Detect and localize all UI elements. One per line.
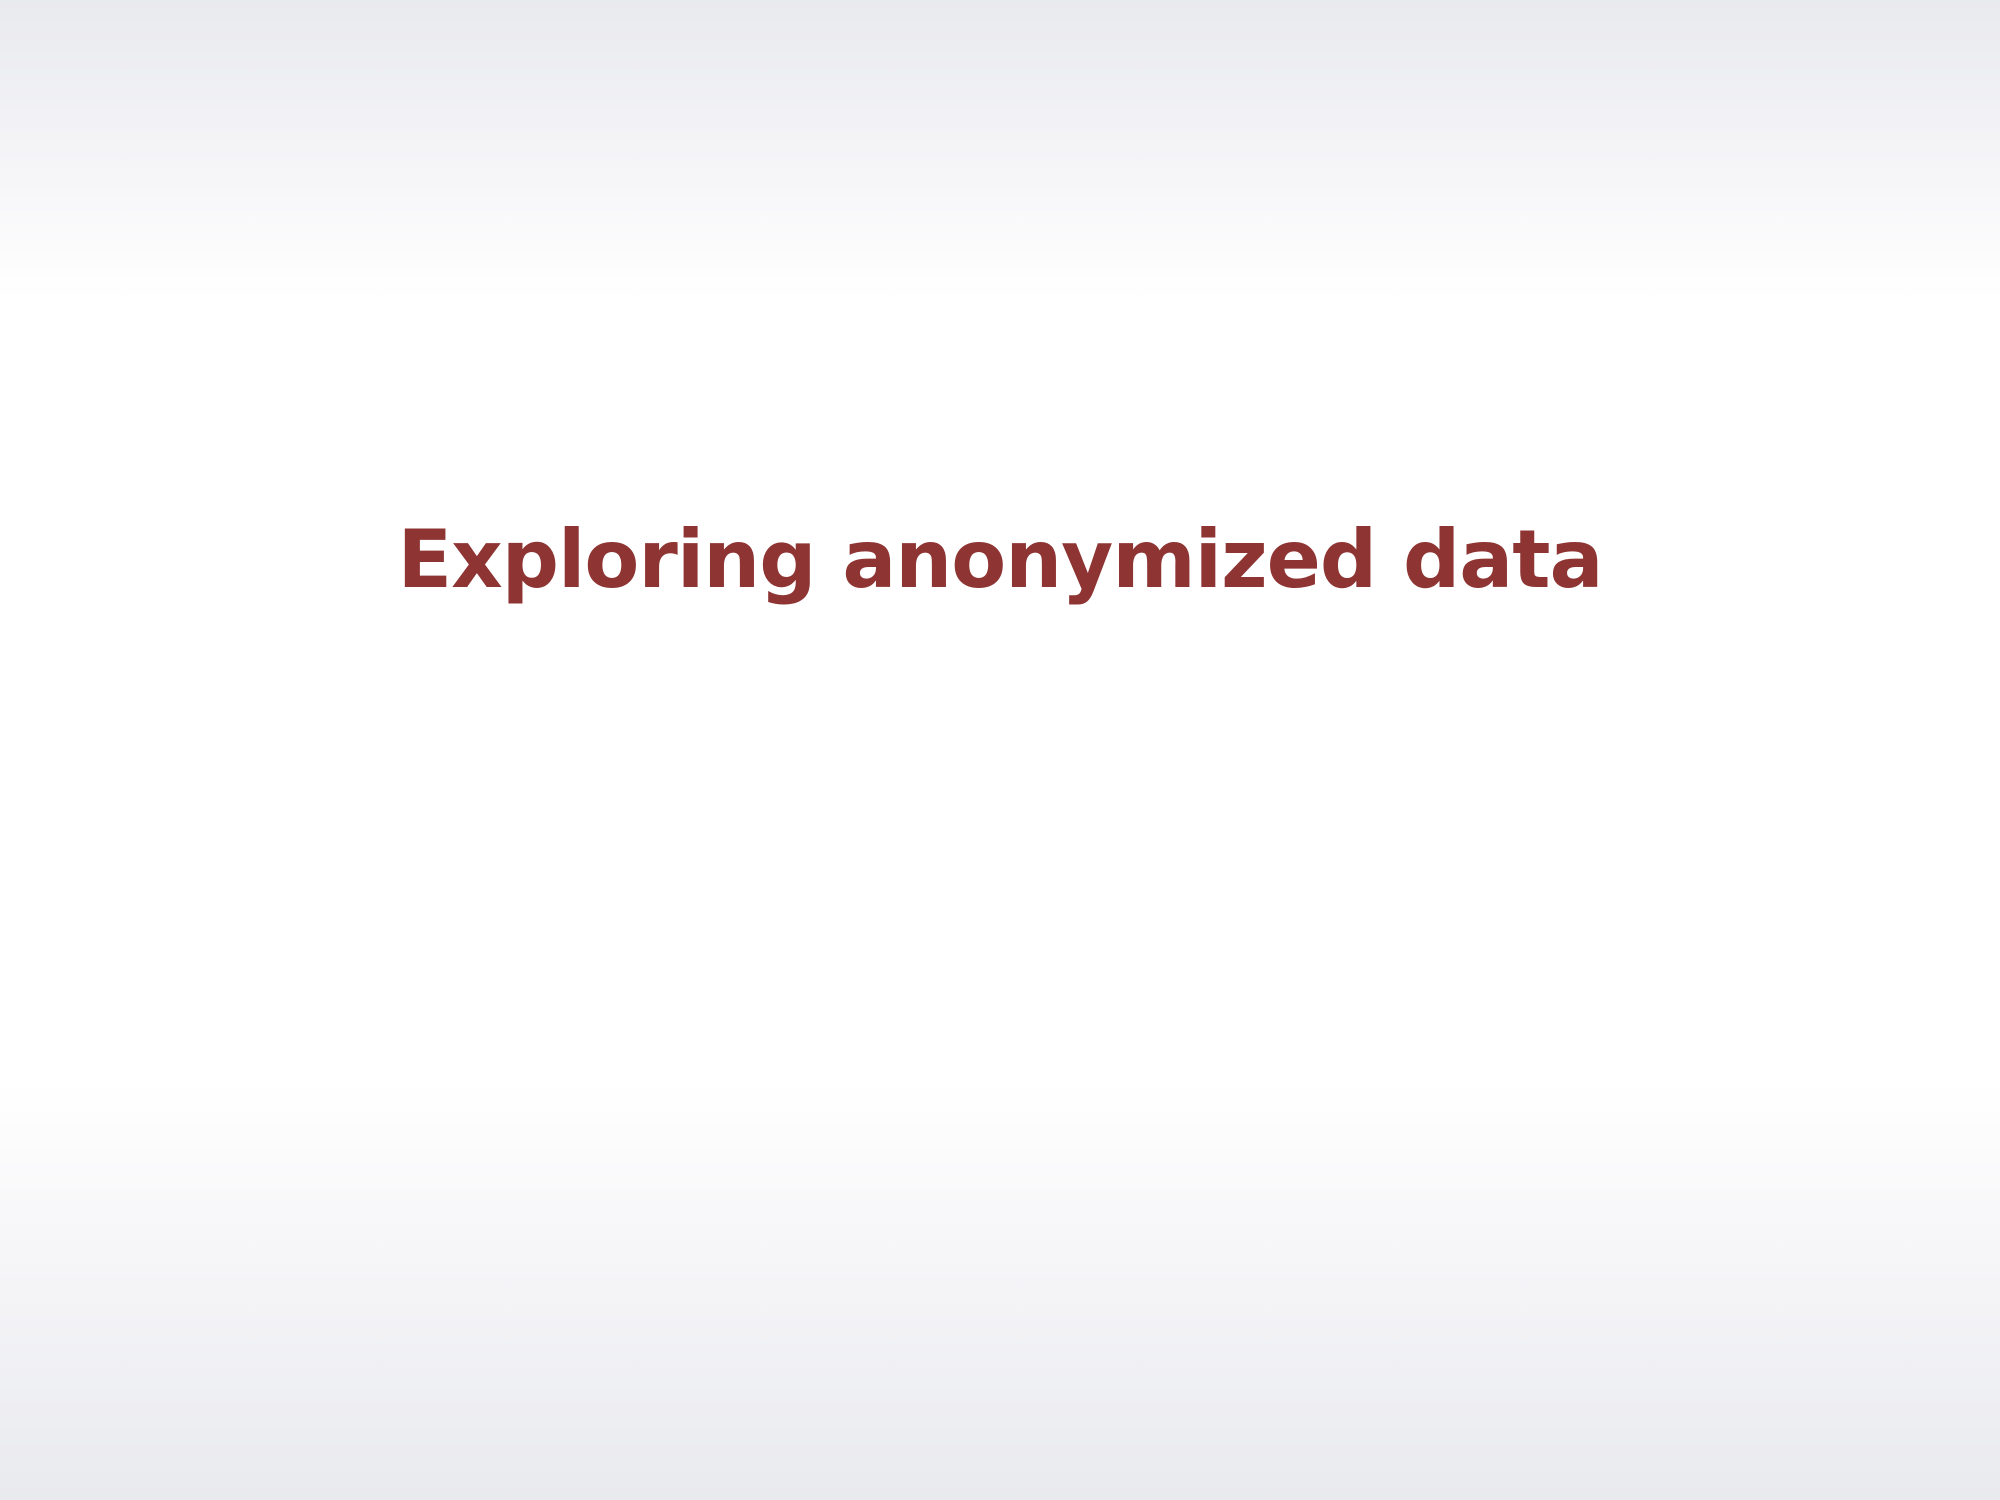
presentation-slide: Exploring anonymized data <box>0 0 2000 1500</box>
slide-title: Exploring anonymized data <box>397 513 1603 606</box>
